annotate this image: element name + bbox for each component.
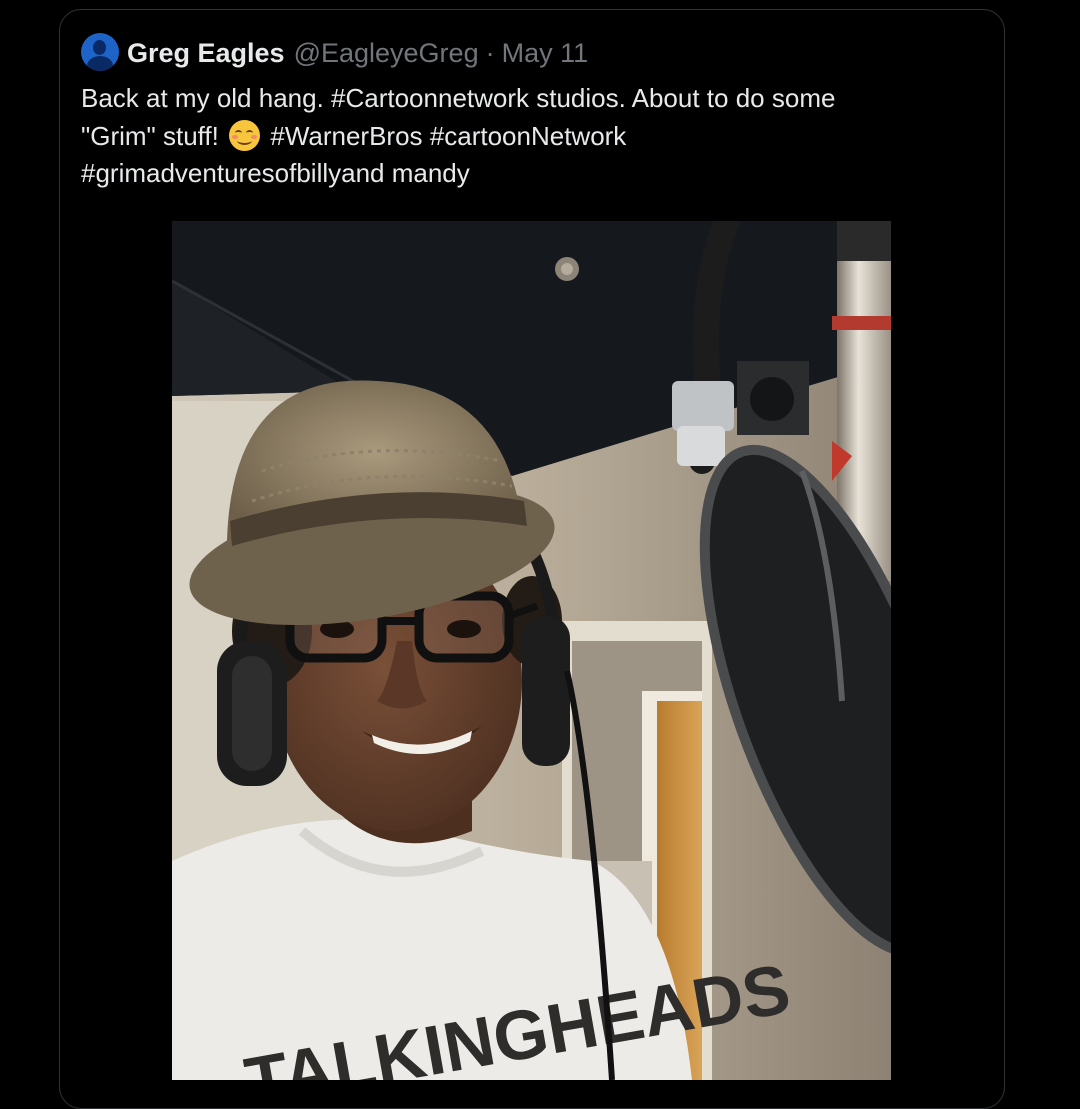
user-avatar[interactable]	[81, 33, 119, 71]
avatar-head-shape	[93, 40, 106, 55]
tweet-hashtags-line[interactable]: #WarnerBros #cartoonNetwork	[270, 121, 626, 151]
tweet-header: Greg Eagles @EagleyeGreg · May 11	[127, 36, 588, 70]
tweet-text-line-3[interactable]: #grimadventuresofbillyand mandy	[81, 155, 981, 193]
user-handle[interactable]: @EagleyeGreg	[294, 38, 479, 69]
avatar-shoulders-shape	[87, 56, 113, 71]
tweet-text: Back at my old hang. #Cartoonnetwork stu…	[81, 80, 981, 193]
studio-selfie-image: TALKINGHEADS	[172, 221, 891, 1080]
header-separator: ·	[485, 37, 495, 68]
tweet-text-line-1: Back at my old hang. #Cartoonnetwork stu…	[81, 83, 836, 113]
tweet-text-line-2: "Grim" stuff! #WarnerBros #cartoonNetwor…	[81, 118, 981, 156]
tweet-text-line-2-text: "Grim" stuff!	[81, 120, 219, 151]
smiling-face-emoji-icon	[229, 119, 261, 151]
tweet-date[interactable]: May 11	[502, 38, 589, 69]
display-name[interactable]: Greg Eagles	[127, 38, 285, 69]
tweet-photo[interactable]: TALKINGHEADS	[172, 221, 891, 1080]
